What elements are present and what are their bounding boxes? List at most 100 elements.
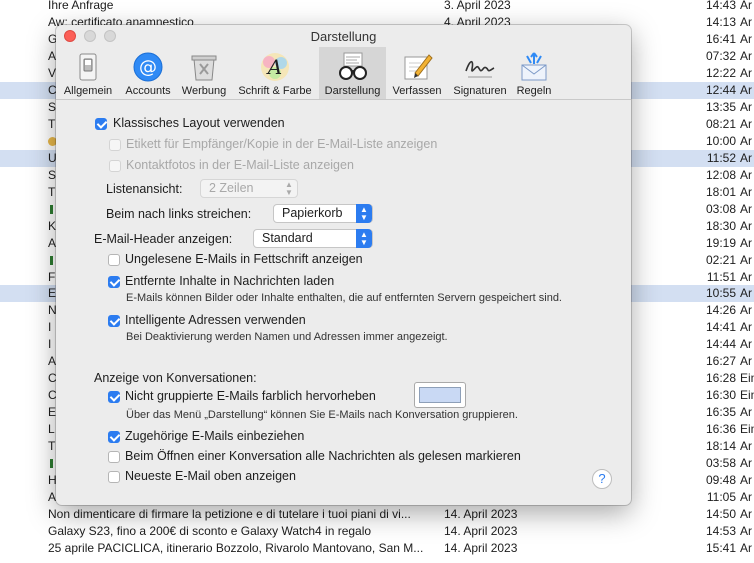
mail-time: 02:21	[705, 252, 736, 267]
tab-regeln[interactable]: Regeln	[512, 47, 556, 99]
conversations-heading: Anzeige von Konversationen:	[94, 371, 257, 385]
mail-from: Ar	[740, 252, 752, 267]
pencil-paper-icon	[404, 54, 433, 80]
flag-icon	[50, 459, 53, 469]
mail-time: 12:44	[705, 82, 736, 97]
mail-from: Ar	[740, 490, 752, 505]
mail-time: 09:48	[705, 473, 736, 488]
mail-time: 14:43	[705, 0, 736, 12]
mail-time: 03:58	[705, 456, 736, 471]
mail-time: 11:51	[706, 269, 736, 284]
recipient-label-text: Etikett für Empfänger/Kopie in der E-Mai…	[126, 137, 438, 151]
mail-from: Ar	[740, 150, 752, 165]
mail-time: 16:28	[705, 371, 736, 386]
mail-row[interactable]: Ihre Anfrage 3. April 2023 14:43 Ar	[0, 0, 754, 14]
tab-label: Schrift & Farbe	[238, 85, 312, 97]
newest-top-checkbox[interactable]	[108, 471, 120, 483]
mail-from: Ar	[740, 473, 752, 488]
list-view-select[interactable]: 2 Zeilen ▲ ▼	[200, 179, 298, 198]
tab-label: Verfassen	[392, 85, 442, 97]
tab-schrift-farbe[interactable]: A Schrift & Farbe	[232, 47, 318, 99]
tab-darstellung[interactable]: Darstellung	[319, 47, 386, 99]
mail-time: 14:13	[705, 14, 736, 29]
signature-icon	[465, 60, 495, 78]
smart-addresses-checkbox[interactable]	[108, 315, 120, 327]
mail-time: 10:55	[705, 286, 736, 301]
mail-from: Ar	[740, 99, 752, 114]
mail-row[interactable]: 25 aprile PACICLICA, itinerario Bozzolo,…	[0, 540, 754, 557]
classic-layout-label: Klassisches Layout verwenden	[113, 116, 285, 130]
recipient-label-checkbox[interactable]	[109, 139, 121, 151]
rules-envelope-icon	[521, 52, 547, 81]
classic-layout-checkbox[interactable]	[95, 118, 107, 130]
mail-time: 16:30	[705, 388, 736, 403]
mark-read-checkbox[interactable]	[108, 451, 120, 463]
mail-row[interactable]: Galaxy S23, fino a 200€ di sconto e Gala…	[0, 523, 754, 540]
mail-from: Ar	[740, 167, 752, 182]
remote-content-note: E-Mails können Bilder oder Inhalte entha…	[126, 292, 562, 304]
include-related-label: Zugehörige E-Mails einbeziehen	[125, 429, 305, 443]
mail-subject: 25 aprile PACICLICA, itinerario Bozzolo,…	[48, 541, 424, 556]
mail-row[interactable]: Non dimenticare di firmare la petizione …	[0, 506, 754, 523]
chevron-updown-icon: ▲ ▼	[356, 204, 372, 223]
unread-bold-label: Ungelesene E-Mails in Fettschrift anzeig…	[125, 252, 363, 266]
swipe-left-select[interactable]: Papierkorb ▲ ▼	[273, 204, 373, 223]
svg-text:@: @	[139, 57, 157, 78]
general-switch-icon	[79, 53, 97, 81]
mail-time: 12:08	[705, 167, 736, 182]
tab-werbung[interactable]: Werbung	[177, 47, 231, 99]
help-button[interactable]: ?	[592, 469, 612, 489]
unread-bold-checkbox[interactable]	[108, 254, 120, 266]
mail-from: Ar	[740, 235, 752, 250]
preferences-window: Darstellung Allgemein @ Accounts Werbung…	[56, 25, 631, 505]
mark-read-label: Beim Öffnen einer Konversation alle Nach…	[125, 449, 521, 463]
highlight-ungrouped-checkbox[interactable]	[108, 391, 120, 403]
remote-content-checkbox[interactable]	[108, 276, 120, 288]
tab-signaturen[interactable]: Signaturen	[449, 47, 511, 99]
tab-allgemein[interactable]: Allgemein	[59, 47, 117, 99]
smart-addresses-note: Bei Deaktivierung werden Namen und Adres…	[126, 331, 448, 343]
mail-time: 15:41	[705, 541, 736, 556]
mail-time: 03:08	[705, 201, 736, 216]
mail-time: 13:35	[705, 99, 736, 114]
mail-time: 18:30	[705, 218, 736, 233]
contact-photos-label: Kontaktfotos in der E-Mail-Liste anzeige…	[126, 158, 354, 172]
mail-subject: Galaxy S23, fino a 200€ di sconto e Gala…	[48, 524, 372, 539]
mail-time: 14:26	[705, 303, 736, 318]
mail-from: Ar	[740, 269, 752, 284]
mail-from: Ar	[740, 184, 752, 199]
mail-date: 14. April 2023	[444, 541, 518, 556]
mail-from: Ar	[740, 320, 752, 335]
include-related-checkbox[interactable]	[108, 431, 120, 443]
header-show-select[interactable]: Standard ▲ ▼	[253, 229, 373, 248]
tab-label: Werbung	[181, 85, 227, 97]
tab-label: Darstellung	[324, 85, 381, 97]
mail-from: Ar	[740, 201, 752, 216]
mail-date: 14. April 2023	[444, 524, 518, 539]
title-bar[interactable]: Darstellung	[56, 25, 631, 47]
tab-label: Signaturen	[453, 85, 507, 97]
junk-trash-icon	[191, 55, 217, 81]
mail-time: 11:52	[706, 150, 736, 165]
mail-from: Ein	[740, 371, 754, 386]
mail-from: Ar	[740, 456, 752, 471]
tab-accounts[interactable]: @ Accounts	[119, 47, 177, 99]
mail-time: 18:01	[705, 184, 736, 199]
list-view-label: Listenansicht:	[106, 182, 183, 196]
contact-photos-checkbox[interactable]	[109, 160, 121, 172]
list-view-value: 2 Zeilen	[209, 181, 254, 195]
remote-content-label: Entfernte Inhalte in Nachrichten laden	[125, 274, 335, 288]
header-show-value: Standard	[262, 231, 313, 245]
highlight-ungrouped-label: Nicht gruppierte E-Mails farblich hervor…	[125, 389, 376, 403]
tab-verfassen[interactable]: Verfassen	[387, 47, 447, 99]
chevron-updown-icon: ▲ ▼	[285, 180, 293, 197]
mail-time: 14:53	[705, 524, 736, 539]
flag-icon	[50, 204, 53, 214]
mail-from: Ein	[740, 422, 754, 437]
mail-time: 16:27	[705, 354, 736, 369]
highlight-color-well[interactable]	[414, 382, 466, 408]
header-show-label: E-Mail-Header anzeigen:	[94, 232, 233, 246]
flag-icon	[50, 255, 53, 265]
chevron-updown-icon: ▲ ▼	[356, 229, 372, 248]
mail-from: Ar	[740, 524, 752, 539]
